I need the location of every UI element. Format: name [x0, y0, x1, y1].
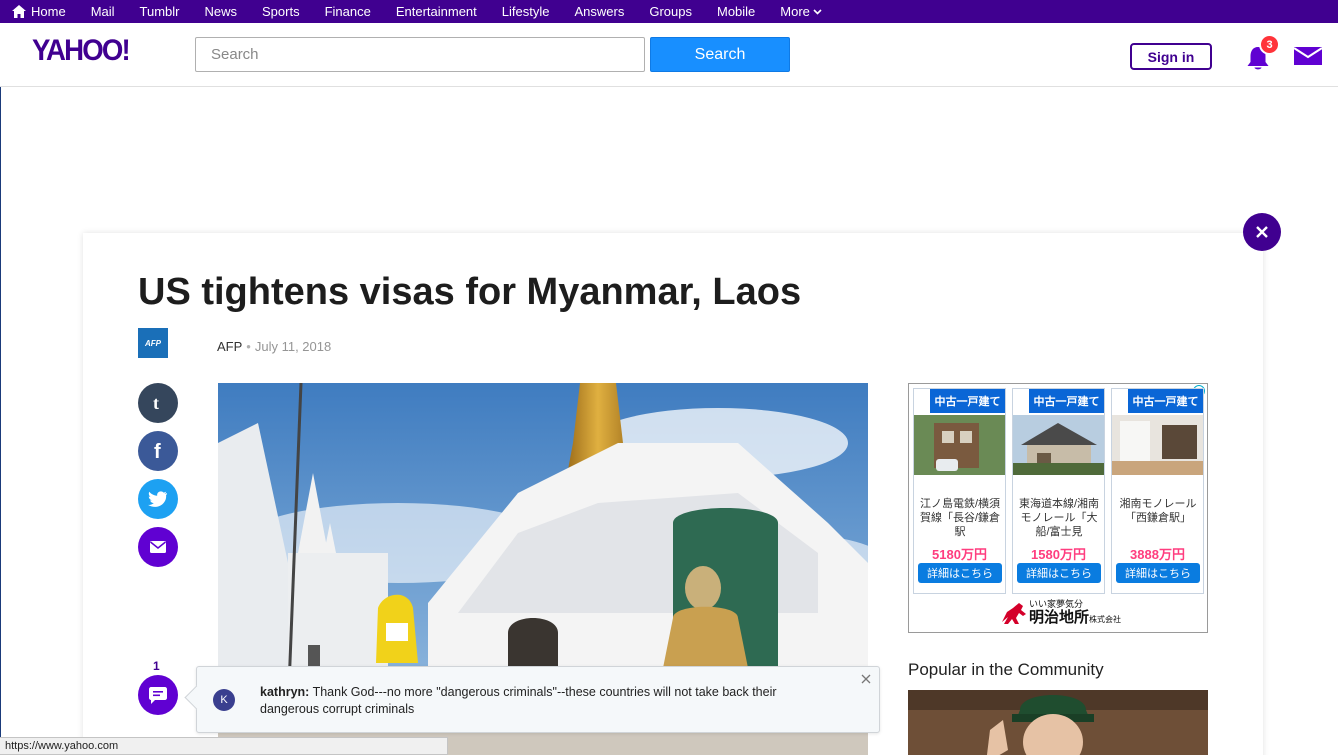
nav-lifestyle[interactable]: Lifestyle [502, 4, 550, 19]
comment-text: kathryn: Thank God---no more "dangerous … [260, 684, 830, 718]
ad-details-button[interactable]: 詳細はこちら [1017, 563, 1101, 583]
advertisement[interactable]: i 中古一戸建て 江ノ島電鉄/横須賀線「長谷/鎌倉駅 5180万円 詳細はこちら… [908, 383, 1208, 633]
nav-more-label: More [780, 4, 810, 19]
comments-button[interactable] [138, 675, 178, 715]
svg-text:t: t [153, 394, 159, 412]
commenter-avatar: K [213, 689, 235, 711]
close-icon [861, 674, 871, 684]
page-edge [0, 87, 1, 755]
share-tumblr-button[interactable]: t [138, 383, 178, 423]
house-photo [1013, 415, 1104, 475]
tumblr-icon: t [153, 394, 159, 412]
comment-count: 1 [153, 659, 160, 673]
facebook-icon: f [154, 441, 161, 461]
nav-finance[interactable]: Finance [325, 4, 371, 19]
ad-listing-location: 江ノ島電鉄/横須賀線「長谷/鎌倉駅 [919, 498, 1001, 538]
popular-in-community-heading: Popular in the Community [908, 660, 1104, 679]
nav-sports[interactable]: Sports [262, 4, 300, 19]
nav-home[interactable]: Home [12, 4, 66, 19]
nav-entertainment[interactable]: Entertainment [396, 4, 477, 19]
interior-photo [1112, 415, 1203, 475]
article-title: US tightens visas for Myanmar, Laos [138, 271, 802, 313]
publish-date: July 11, 2018 [254, 339, 332, 354]
search-button[interactable]: Search [650, 37, 790, 72]
email-icon [150, 541, 166, 553]
nav-groups[interactable]: Groups [649, 4, 692, 19]
source-logo[interactable]: AFP [138, 328, 168, 358]
byline-separator: • [246, 339, 251, 354]
twitter-icon [148, 491, 167, 507]
popular-story-image[interactable] [908, 690, 1208, 755]
comment-body: Thank God---no more "dangerous criminals… [260, 685, 777, 716]
ad-brand-name: 明治地所 [1029, 608, 1090, 626]
browser-status-bar: https://www.yahoo.com [0, 737, 448, 755]
nav-mail[interactable]: Mail [91, 4, 115, 19]
ad-listing[interactable]: 中古一戸建て 湘南モノレール「西鎌倉駅」 3888万円 詳細はこちら [1111, 388, 1204, 594]
mail-icon[interactable] [1294, 45, 1322, 67]
ad-listing-price: 3888万円 [1130, 547, 1185, 562]
chevron-down-icon [813, 8, 822, 15]
ad-listing-location: 東海道本線/湘南モノレール「大船/富士見 [1018, 498, 1100, 538]
comment-author: kathryn: [260, 685, 310, 699]
svg-text:f: f [154, 441, 161, 461]
person-photo [908, 690, 1208, 755]
horse-logo-icon [1002, 603, 1026, 624]
ad-details-button[interactable]: 詳細はこちら [918, 563, 1002, 583]
close-comment-popup-button[interactable] [861, 671, 871, 689]
nav-more[interactable]: More [780, 4, 822, 19]
byline: AFP • July 11, 2018 [217, 339, 331, 354]
ad-listing-price: 1580万円 [1031, 547, 1086, 562]
comment-icon [149, 686, 167, 704]
comment-popup[interactable]: K kathryn: Thank God---no more "dangerou… [196, 666, 880, 733]
ad-details-button[interactable]: 詳細はこちら [1116, 563, 1200, 583]
house-photo [914, 415, 1005, 475]
ad-brand-suffix: 株式会社 [1089, 615, 1122, 624]
ad-listing-tag: 中古一戸建て [1029, 389, 1104, 413]
nav-news[interactable]: News [205, 4, 238, 19]
close-article-button[interactable] [1243, 213, 1281, 251]
ad-listing-location: 湘南モノレール「西鎌倉駅」 [1119, 498, 1197, 524]
source-name[interactable]: AFP [217, 339, 242, 354]
notification-badge: 3 [1259, 34, 1280, 55]
home-icon [12, 5, 26, 18]
yahoo-logo[interactable]: YAHOO! [32, 34, 131, 68]
ad-listing-tag: 中古一戸建て [1128, 389, 1203, 413]
share-facebook-button[interactable]: f [138, 431, 178, 471]
close-icon [1256, 226, 1268, 238]
sign-in-button[interactable]: Sign in [1130, 43, 1212, 70]
header: YAHOO! Search Sign in 3 [0, 23, 1338, 87]
ad-listing-tag: 中古一戸建て [930, 389, 1005, 413]
nav-tumblr[interactable]: Tumblr [140, 4, 180, 19]
nav-home-label: Home [31, 4, 66, 19]
ad-listing[interactable]: 中古一戸建て 江ノ島電鉄/横須賀線「長谷/鎌倉駅 5180万円 詳細はこちら [913, 388, 1006, 594]
share-email-button[interactable] [138, 527, 178, 567]
nav-answers[interactable]: Answers [574, 4, 624, 19]
top-nav: Home Mail Tumblr News Sports Finance Ent… [0, 0, 1338, 23]
nav-mobile[interactable]: Mobile [717, 4, 755, 19]
ad-listing[interactable]: 中古一戸建て 東海道本線/湘南モノレール「大船/富士見 1580万円 詳細はこち… [1012, 388, 1105, 594]
ad-listing-price: 5180万円 [932, 547, 987, 562]
share-twitter-button[interactable] [138, 479, 178, 519]
ad-brand[interactable]: いい家夢気分 明治地所株式会社 [999, 597, 1129, 629]
search-input[interactable] [195, 37, 645, 72]
